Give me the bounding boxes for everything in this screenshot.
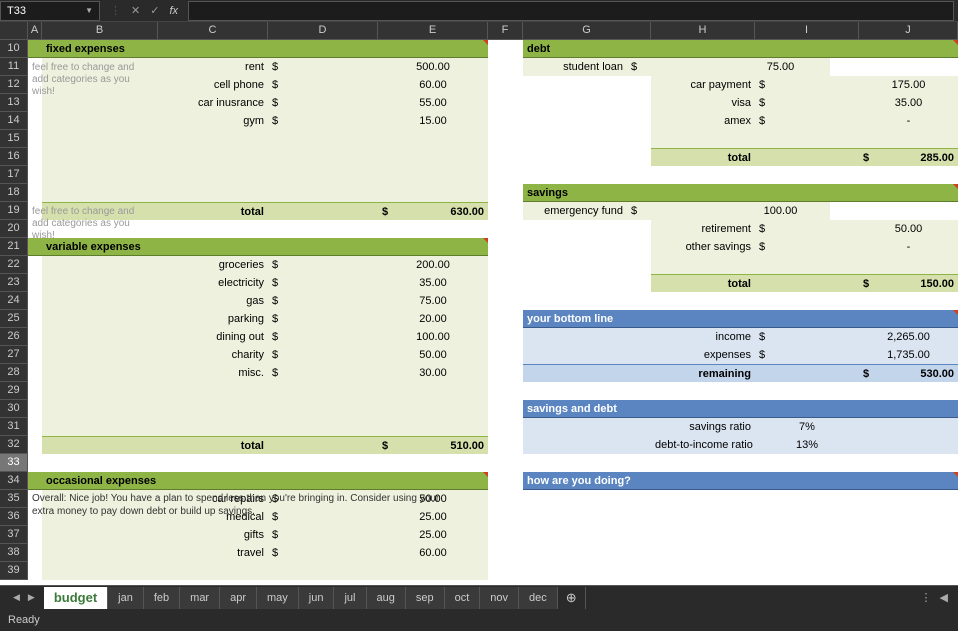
tab-nav: ◀ ▶ xyxy=(4,590,44,605)
tab-next-icon[interactable]: ▶ xyxy=(25,590,38,605)
row-header[interactable]: 35 xyxy=(0,490,28,508)
row-header[interactable]: 32 xyxy=(0,436,28,454)
savings-debt-header: savings and debt xyxy=(523,400,651,418)
tab-first-icon[interactable]: ◀ xyxy=(10,590,23,605)
sheet-tab-sep[interactable]: sep xyxy=(406,587,445,609)
row-header[interactable]: 23 xyxy=(0,274,28,292)
row-header[interactable]: 18 xyxy=(0,184,28,202)
name-box[interactable]: T33 ▼ xyxy=(0,1,100,21)
sheet-tab-may[interactable]: may xyxy=(257,587,299,609)
name-formula-bar: T33 ▼ ⋮ ✕ ✓ fx xyxy=(0,0,958,22)
sheet-tab-budget[interactable]: budget xyxy=(44,587,108,609)
row-header[interactable]: 17 xyxy=(0,166,28,184)
row-header[interactable]: 30 xyxy=(0,400,28,418)
row-header[interactable]: 31 xyxy=(0,418,28,436)
sheet-tab-oct[interactable]: oct xyxy=(445,587,481,609)
spreadsheet-area: A B C D E F G H I J 10111213141516171819… xyxy=(0,22,958,585)
row-header[interactable]: 21 xyxy=(0,238,28,256)
fixed-expenses-header: fixed expenses xyxy=(42,40,158,58)
separator-icon: ⋮ xyxy=(110,4,121,17)
row-header[interactable]: 13 xyxy=(0,94,28,112)
col-header[interactable]: J xyxy=(859,22,958,40)
col-header[interactable]: B xyxy=(42,22,158,40)
sheet-tab-apr[interactable]: apr xyxy=(220,587,257,609)
row-header[interactable]: 24 xyxy=(0,292,28,310)
dropdown-icon[interactable]: ▼ xyxy=(85,6,93,15)
row-header[interactable]: 12 xyxy=(0,76,28,94)
grid-body[interactable]: fixed expenses debt rent $ 500.00 feel f… xyxy=(28,40,958,585)
sheet-tab-jul[interactable]: jul xyxy=(334,587,366,609)
col-header[interactable]: F xyxy=(488,22,523,40)
sheet-tab-dec[interactable]: dec xyxy=(519,587,558,609)
sheet-tab-jun[interactable]: jun xyxy=(299,587,335,609)
fx-icon[interactable]: fx xyxy=(169,5,178,17)
sheet-tab-nov[interactable]: nov xyxy=(480,587,519,609)
col-header[interactable]: H xyxy=(651,22,755,40)
row-header[interactable]: 33 xyxy=(0,454,28,472)
col-header[interactable]: C xyxy=(158,22,268,40)
column-headers[interactable]: A B C D E F G H I J xyxy=(0,22,958,40)
sheet-tab-jan[interactable]: jan xyxy=(108,587,144,609)
row-header[interactable]: 38 xyxy=(0,544,28,562)
row-headers[interactable]: 1011121314151617181920212223242526272829… xyxy=(0,40,28,580)
assessment-text: Overall: Nice job! You have a plan to sp… xyxy=(28,490,463,526)
add-sheet-icon[interactable]: ⊕ xyxy=(558,587,586,609)
col-header[interactable]: E xyxy=(378,22,488,40)
corner-cell[interactable] xyxy=(0,22,28,40)
row-header[interactable]: 37 xyxy=(0,526,28,544)
debt-header: debt xyxy=(523,40,651,58)
col-header[interactable]: A xyxy=(28,22,42,40)
col-header[interactable]: G xyxy=(523,22,651,40)
accept-icon[interactable]: ✓ xyxy=(150,4,159,17)
sheet-tab-feb[interactable]: feb xyxy=(144,587,180,609)
row-header[interactable]: 39 xyxy=(0,562,28,580)
note-text: feel free to change and add categories a… xyxy=(28,58,154,112)
row-header[interactable]: 29 xyxy=(0,382,28,400)
row-header[interactable]: 26 xyxy=(0,328,28,346)
row-header[interactable]: 19 xyxy=(0,202,28,220)
col-header[interactable]: D xyxy=(268,22,378,40)
label: rent xyxy=(158,58,268,76)
cancel-icon[interactable]: ✕ xyxy=(131,4,140,17)
row-header[interactable]: 14 xyxy=(0,112,28,130)
status-text: Ready xyxy=(8,614,40,626)
sheet-tab-bar: ◀ ▶ budgetjanfebmaraprmayjunjulaugsepoct… xyxy=(0,585,958,609)
status-bar: Ready xyxy=(0,609,958,631)
row-header[interactable]: 15 xyxy=(0,130,28,148)
scroll-left-icon[interactable]: ◀ xyxy=(940,591,948,604)
sheet-tab-mar[interactable]: mar xyxy=(180,587,220,609)
row-header[interactable]: 36 xyxy=(0,508,28,526)
row-header[interactable]: 10 xyxy=(0,40,28,58)
tabs: budgetjanfebmaraprmayjunjulaugsepoctnovd… xyxy=(44,587,586,609)
row-header[interactable]: 20 xyxy=(0,220,28,238)
row-header[interactable]: 27 xyxy=(0,346,28,364)
row-header[interactable]: 25 xyxy=(0,310,28,328)
row-header[interactable]: 16 xyxy=(0,148,28,166)
savings-header: savings xyxy=(523,184,651,202)
col-header[interactable]: I xyxy=(755,22,859,40)
sheet-tab-aug[interactable]: aug xyxy=(367,587,406,609)
row-header[interactable]: 22 xyxy=(0,256,28,274)
bottom-line-header: your bottom line xyxy=(523,310,651,328)
row-header[interactable]: 34 xyxy=(0,472,28,490)
cell-reference: T33 xyxy=(7,5,26,17)
how-header: how are you doing? xyxy=(523,472,651,490)
occasional-expenses-header: occasional expenses xyxy=(42,472,158,490)
row-header[interactable]: 11 xyxy=(0,58,28,76)
row-header[interactable]: 28 xyxy=(0,364,28,382)
menu-icon[interactable]: ⋮ xyxy=(921,591,932,604)
formula-input[interactable] xyxy=(188,1,954,21)
